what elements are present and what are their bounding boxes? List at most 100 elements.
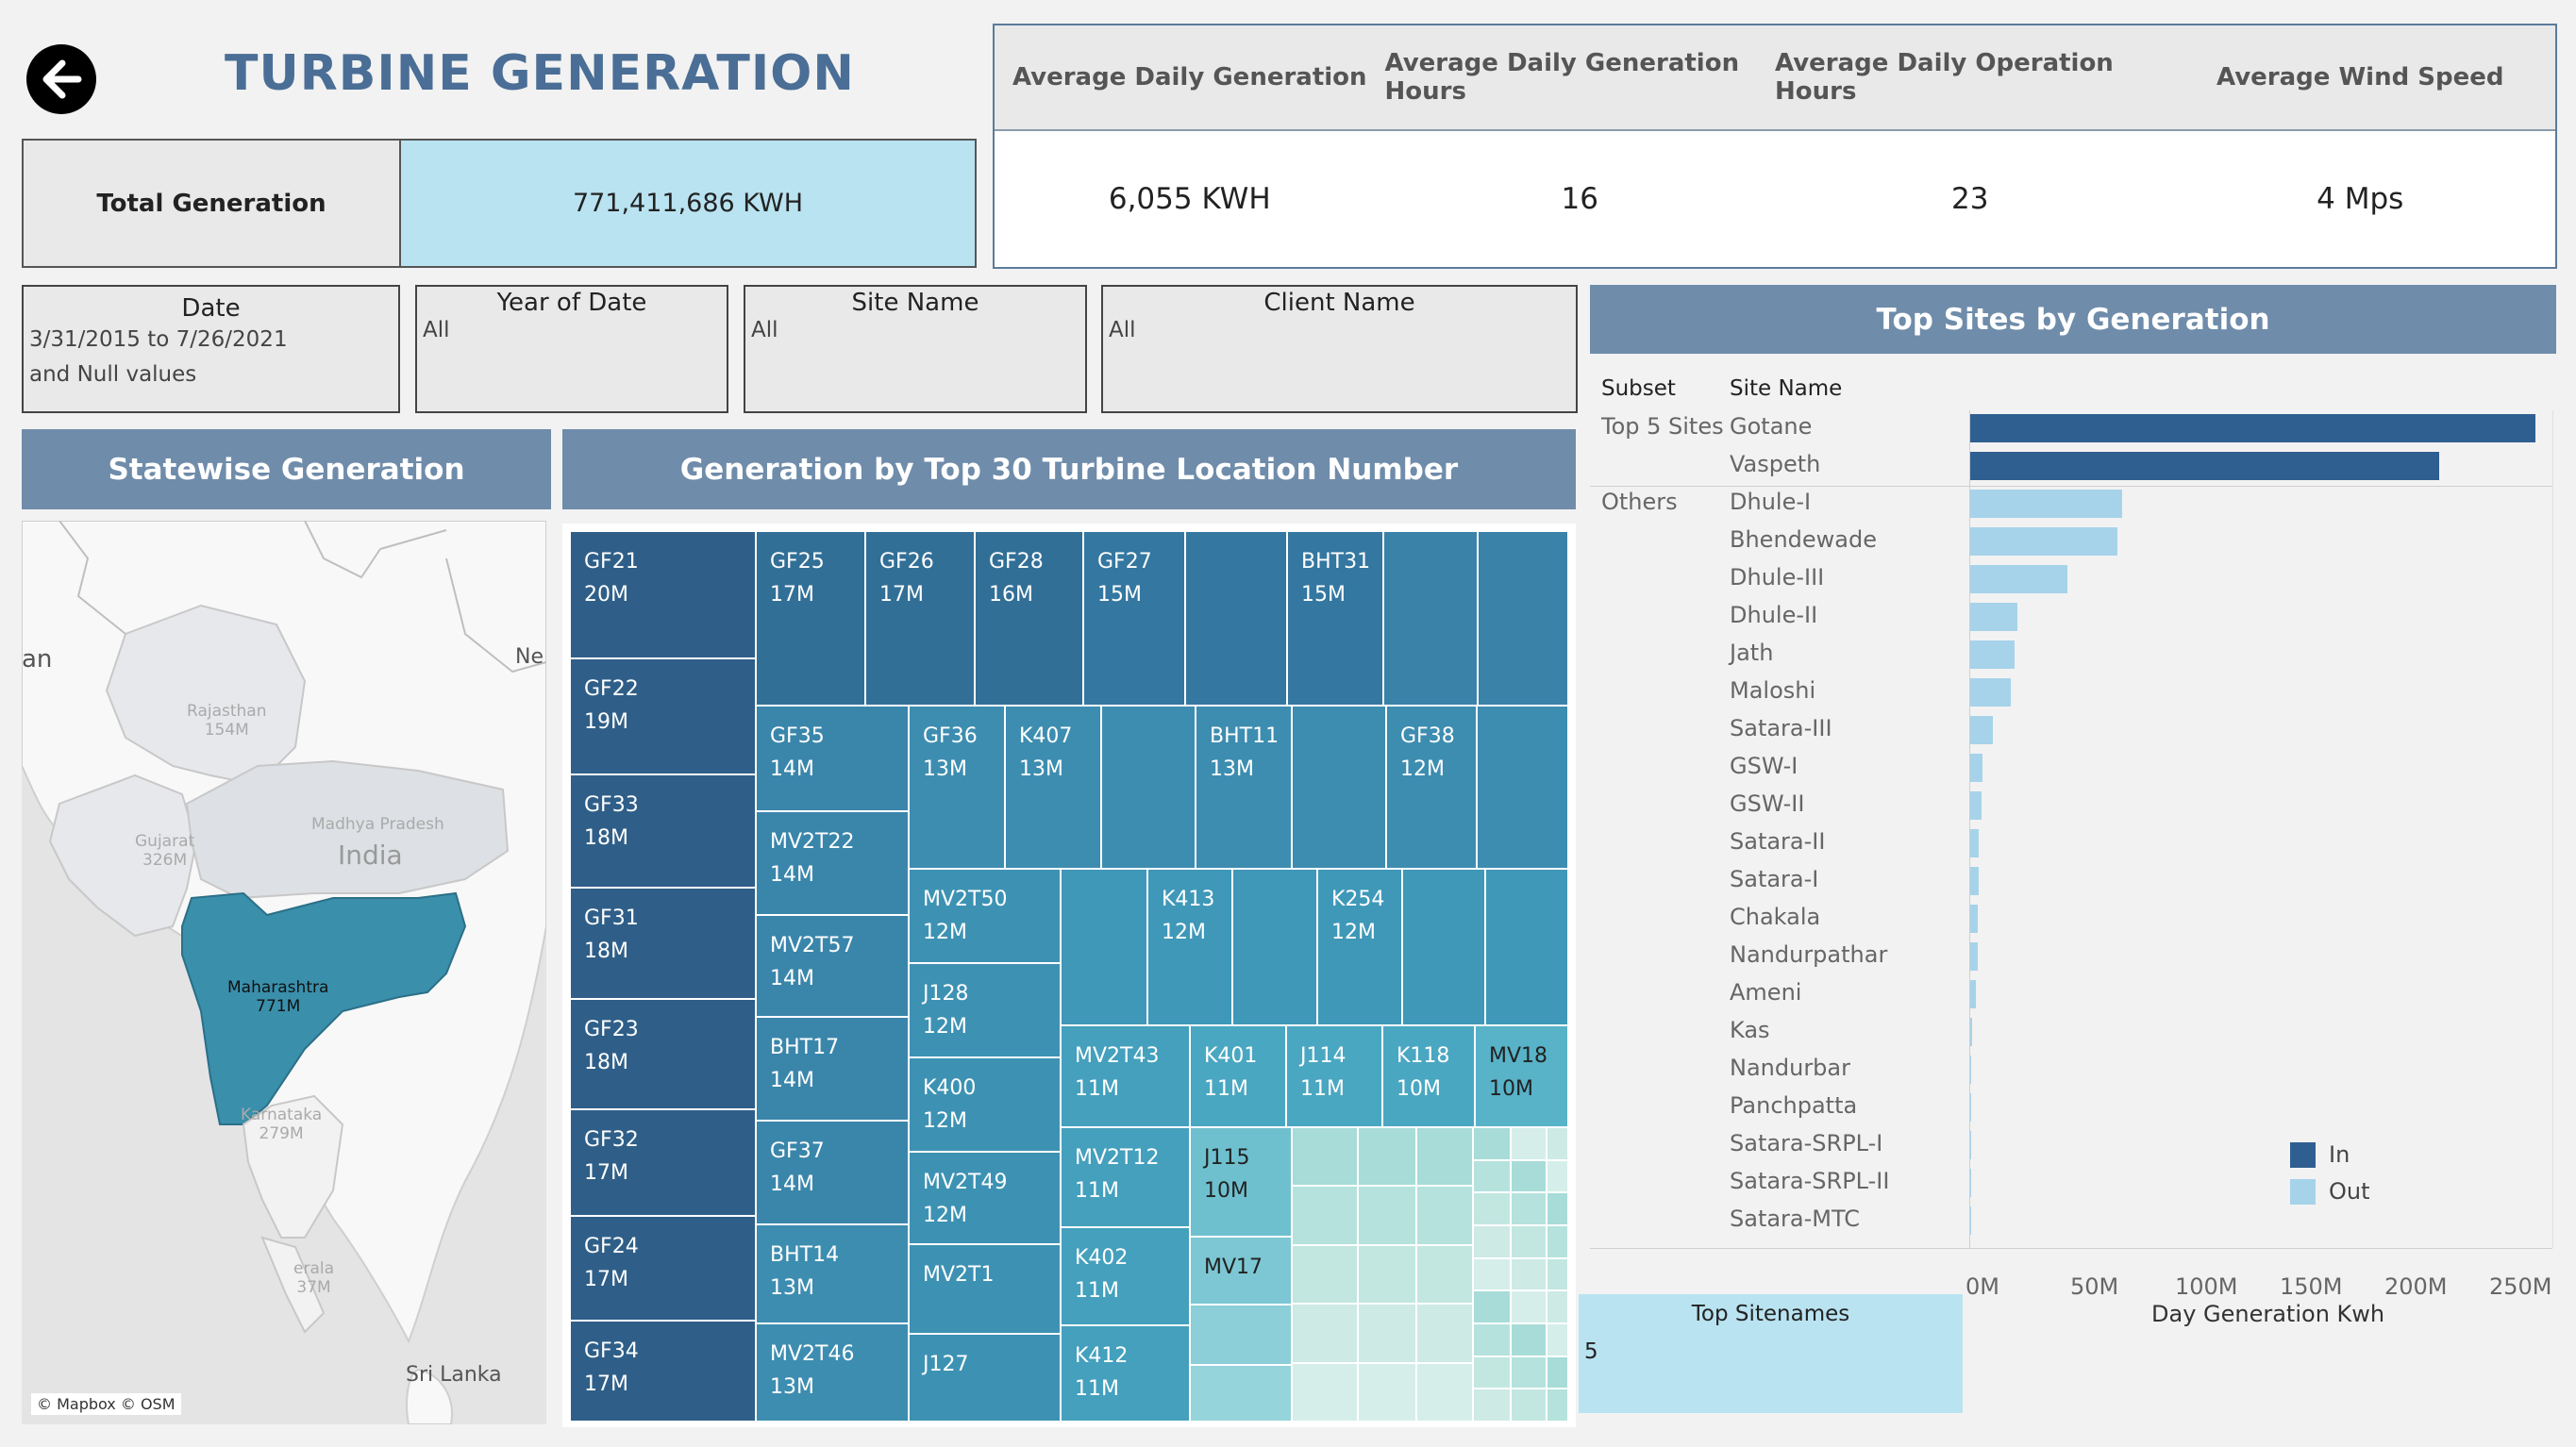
treemap-tile-small[interactable] bbox=[1416, 1304, 1473, 1363]
treemap-tile-j114[interactable]: J114 11M bbox=[1286, 1025, 1382, 1127]
treemap-tile[interactable] bbox=[1292, 706, 1386, 869]
top-sitenames-parameter[interactable]: Top Sitenames 5 bbox=[1579, 1294, 1963, 1413]
treemap-tile-j128[interactable]: J128 12M bbox=[909, 963, 1061, 1057]
filter-client-name[interactable]: Client Name All bbox=[1101, 285, 1578, 413]
treemap-tile-mv17[interactable]: MV17 bbox=[1190, 1237, 1292, 1305]
bar-gotane[interactable] bbox=[1969, 414, 2535, 442]
treemap-tile-gf22[interactable]: GF22 19M bbox=[570, 658, 756, 774]
treemap-tile-small[interactable] bbox=[1473, 1159, 1511, 1193]
treemap-tile-mv18[interactable]: MV18 10M bbox=[1475, 1025, 1568, 1127]
bar-dhule-iii[interactable] bbox=[1969, 565, 2067, 593]
treemap-tile-small[interactable] bbox=[1473, 1290, 1511, 1323]
bar-gsw-ii[interactable] bbox=[1969, 791, 1982, 820]
treemap-tile-k400[interactable]: K400 12M bbox=[909, 1057, 1061, 1152]
treemap-tile-mv2t1[interactable]: MV2T1 bbox=[909, 1244, 1061, 1334]
treemap-tile-k254[interactable]: K254 12M bbox=[1317, 869, 1402, 1025]
filter-year[interactable]: Year of Date All bbox=[415, 285, 728, 413]
treemap-tile-bht11[interactable]: BHT11 13M bbox=[1196, 706, 1292, 869]
treemap-tile[interactable] bbox=[1101, 706, 1196, 869]
treemap-tile-small[interactable] bbox=[1473, 1323, 1511, 1356]
treemap-tile-k407[interactable]: K407 13M bbox=[1005, 706, 1101, 869]
treemap-tile-gf25[interactable]: GF25 17M bbox=[756, 531, 865, 706]
treemap-tile-gf23[interactable]: GF23 18M bbox=[570, 999, 756, 1109]
treemap-tile-gf33[interactable]: GF33 18M bbox=[570, 774, 756, 888]
treemap-tile-gf27[interactable]: GF27 15M bbox=[1083, 531, 1185, 706]
treemap-tile-small[interactable] bbox=[1547, 1257, 1568, 1291]
treemap-tile-mv2t12[interactable]: MV2T12 11M bbox=[1061, 1127, 1190, 1227]
bar-nandurpathar[interactable] bbox=[1969, 942, 1978, 971]
treemap-tile-small[interactable] bbox=[1547, 1323, 1568, 1356]
treemap-tile-small[interactable] bbox=[1473, 1389, 1511, 1422]
treemap-tile-small[interactable] bbox=[1358, 1127, 1416, 1187]
treemap-tile-k402[interactable]: K402 11M bbox=[1061, 1227, 1190, 1325]
treemap-tile-mv2t50[interactable]: MV2T50 12M bbox=[909, 869, 1061, 963]
treemap-tile-small[interactable] bbox=[1511, 1356, 1547, 1389]
treemap-tile-bht31[interactable]: BHT31 15M bbox=[1287, 531, 1383, 706]
treemap-tile[interactable] bbox=[1477, 706, 1568, 869]
bar-bhendewade[interactable] bbox=[1969, 527, 2117, 556]
treemap-tile-small[interactable] bbox=[1547, 1225, 1568, 1258]
treemap-tile-gf34[interactable]: GF34 17M bbox=[570, 1321, 756, 1422]
treemap-tile[interactable] bbox=[1232, 869, 1317, 1025]
treemap-tile-k401[interactable]: K401 11M bbox=[1190, 1025, 1286, 1127]
treemap-tile-small[interactable] bbox=[1292, 1362, 1358, 1422]
treemap-tile-small[interactable] bbox=[1358, 1186, 1416, 1245]
bar-ameni[interactable] bbox=[1969, 980, 1977, 1008]
treemap-tile-small[interactable] bbox=[1416, 1127, 1473, 1187]
treemap-tile-small[interactable] bbox=[1547, 1290, 1568, 1323]
treemap-tile-small[interactable] bbox=[1292, 1244, 1358, 1305]
treemap-tile-bht17[interactable]: BHT17 14M bbox=[756, 1017, 909, 1121]
treemap-tile-gf21[interactable]: GF21 20M bbox=[570, 531, 756, 658]
treemap-tile-bht14[interactable]: BHT14 13M bbox=[756, 1224, 909, 1323]
treemap-tile-gf24[interactable]: GF24 17M bbox=[570, 1216, 756, 1321]
treemap-tile-gf31[interactable]: GF31 18M bbox=[570, 888, 756, 999]
treemap-tile[interactable] bbox=[1485, 869, 1568, 1025]
treemap-tile-small[interactable] bbox=[1547, 1192, 1568, 1225]
treemap-tile[interactable] bbox=[1190, 1305, 1292, 1365]
treemap-tile-small[interactable] bbox=[1358, 1362, 1416, 1422]
treemap-tile[interactable] bbox=[1061, 869, 1147, 1025]
bar-chakala[interactable] bbox=[1969, 905, 1979, 933]
treemap-tile-small[interactable] bbox=[1358, 1304, 1416, 1363]
treemap-tile-mv2t22[interactable]: MV2T22 14M bbox=[756, 811, 909, 915]
treemap-tile-j127[interactable]: J127 bbox=[909, 1334, 1061, 1422]
treemap-tile-small[interactable] bbox=[1547, 1356, 1568, 1389]
bar-satara-iii[interactable] bbox=[1969, 716, 1994, 744]
treemap-tile-small[interactable] bbox=[1547, 1159, 1568, 1193]
treemap-tile-small[interactable] bbox=[1511, 1192, 1547, 1225]
treemap-tile-mv2t46[interactable]: MV2T46 13M bbox=[756, 1323, 909, 1422]
treemap-tile-small[interactable] bbox=[1547, 1389, 1568, 1422]
treemap-tile-small[interactable] bbox=[1292, 1186, 1358, 1245]
treemap-tile-small[interactable] bbox=[1473, 1225, 1511, 1258]
bar-dhule-i[interactable] bbox=[1969, 490, 2122, 518]
treemap-tile-small[interactable] bbox=[1416, 1186, 1473, 1245]
treemap-tile-gf36[interactable]: GF36 13M bbox=[909, 706, 1005, 869]
filter-date[interactable]: Date 3/31/2015 to 7/26/2021 and Null val… bbox=[22, 285, 400, 413]
treemap-tile-small[interactable] bbox=[1473, 1192, 1511, 1225]
treemap-tile-mv2t57[interactable]: MV2T57 14M bbox=[756, 915, 909, 1017]
treemap-tile-small[interactable] bbox=[1358, 1244, 1416, 1305]
bar-maloshi[interactable] bbox=[1969, 678, 2011, 707]
treemap-tile-small[interactable] bbox=[1473, 1127, 1511, 1160]
treemap-tile-gf28[interactable]: GF28 16M bbox=[975, 531, 1083, 706]
treemap-tile-k413[interactable]: K413 12M bbox=[1147, 869, 1232, 1025]
treemap-tile-small[interactable] bbox=[1511, 1127, 1547, 1160]
treemap-tile[interactable] bbox=[1185, 531, 1287, 706]
treemap-tile-small[interactable] bbox=[1511, 1257, 1547, 1291]
bar-dhule-ii[interactable] bbox=[1969, 603, 2017, 631]
treemap-tile-small[interactable] bbox=[1416, 1362, 1473, 1422]
treemap-tile-k412[interactable]: K412 11M bbox=[1061, 1325, 1190, 1422]
treemap-tile[interactable] bbox=[1383, 531, 1478, 706]
treemap-tile-gf38[interactable]: GF38 12M bbox=[1386, 706, 1477, 869]
treemap-tile-mv2t49[interactable]: MV2T49 12M bbox=[909, 1152, 1061, 1244]
treemap-tile-small[interactable] bbox=[1511, 1323, 1547, 1356]
bar-satara-ii[interactable] bbox=[1969, 829, 1980, 857]
turbine-treemap[interactable]: GF21 20M GF22 19M GF33 18M GF31 18M GF23 18M GF32 1… bbox=[562, 524, 1576, 1427]
top-sites-bar-chart[interactable]: Subset Site Name In Out Top 5 Sites Gotan… bbox=[1590, 373, 2562, 1316]
treemap-tile[interactable] bbox=[1402, 869, 1485, 1025]
treemap-tile-small[interactable] bbox=[1292, 1127, 1358, 1187]
treemap-tile-gf37[interactable]: GF37 14M bbox=[756, 1121, 909, 1224]
bar-vaspeth[interactable] bbox=[1969, 452, 2440, 480]
treemap-tile-small[interactable] bbox=[1511, 1159, 1547, 1193]
treemap-tile[interactable] bbox=[1478, 531, 1568, 706]
